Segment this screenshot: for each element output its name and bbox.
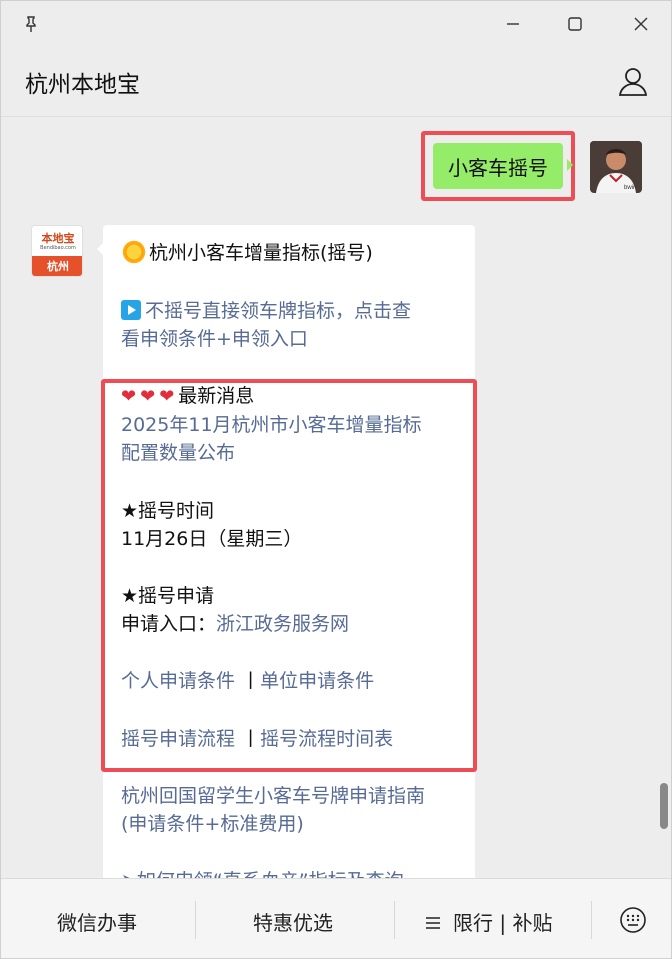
sent-message[interactable]: 小客车摇号 <box>433 143 573 189</box>
profile-icon[interactable] <box>615 63 651 99</box>
pin-icon[interactable] <box>13 7 49 41</box>
received-message: 杭州小客车增量指标(摇号) 不摇号直接领车牌指标，点击查 看申领条件+申领入口 … <box>97 225 475 878</box>
keyboard-icon[interactable] <box>618 905 648 935</box>
draw-time-label: ★摇号时间 <box>121 500 215 522</box>
logo: 本地宝 Bendibao.com <box>32 226 82 258</box>
schedule-link[interactable]: 摇号流程时间表 <box>260 728 393 750</box>
heart-icon: ❤ <box>140 386 156 407</box>
draw-time-value: 11月26日（星期三） <box>121 528 303 550</box>
scroll-thumb[interactable] <box>660 783 668 829</box>
chat-area[interactable]: 小客车摇号 bwin 本地宝 Bendibao.com 杭州 杭州小客车增量指标… <box>1 118 671 878</box>
returnee-guide-link-cont[interactable]: (申请条件+标准费用) <box>121 810 304 838</box>
heart-icon: ❤ <box>159 386 175 407</box>
personal-condition-link[interactable]: 个人申请条件 <box>121 670 235 692</box>
heart-icon: ❤ <box>121 386 137 407</box>
title-bar <box>1 1 671 47</box>
play-icon <box>121 300 141 320</box>
relative-plate-link[interactable]: ➤如何申领“直系血亲”指标及查询 <box>121 867 404 878</box>
direct-plate-link[interactable]: 不摇号直接领车牌指标，点击查 <box>121 297 411 325</box>
svg-text:bwin: bwin <box>624 185 636 191</box>
news-link[interactable]: 2025年11月杭州市小客车增量指标 <box>121 411 422 439</box>
process-links: 摇号申请流程 丨摇号流程时间表 <box>121 728 394 750</box>
news-link-cont[interactable]: 配置数量公布 <box>121 439 235 467</box>
sun-icon <box>121 239 147 265</box>
menu-list-icon <box>425 911 441 935</box>
company-condition-link[interactable]: 单位申请条件 <box>260 670 374 692</box>
apply-entry-link[interactable]: 浙江政务服务网 <box>216 613 349 635</box>
message-header: 杭州小客车增量指标(摇号) <box>121 239 373 267</box>
maximize-button[interactable] <box>557 7 593 41</box>
close-button[interactable] <box>623 7 659 41</box>
sent-highlight: 小客车摇号 <box>421 131 575 201</box>
returnee-guide-link[interactable]: 杭州回国留学生小客车号牌申请指南 <box>121 782 425 810</box>
chat-header: 杭州本地宝 <box>1 47 671 117</box>
direct-plate-link-cont[interactable]: 看申领条件+申领入口 <box>121 325 308 353</box>
latest-news-label: ❤ ❤ ❤ 最新消息 <box>121 385 255 407</box>
menu-special-offers[interactable]: 特惠优选 <box>253 907 333 936</box>
menu-wechat-service[interactable]: 微信办事 <box>57 907 137 936</box>
sent-message-text: 小客车摇号 <box>448 155 548 180</box>
scrollbar[interactable] <box>657 118 671 878</box>
menu-divider <box>591 901 592 939</box>
menu-divider <box>195 901 196 939</box>
official-account-avatar[interactable]: 本地宝 Bendibao.com 杭州 <box>31 225 83 277</box>
user-avatar[interactable]: bwin <box>590 141 642 193</box>
chat-window: 杭州本地宝 小客车摇号 bwin 本地宝 Bendibao.com 杭州 杭州小… <box>0 0 672 959</box>
condition-links: 个人申请条件 丨单位申请条件 <box>121 670 375 692</box>
minimize-button[interactable] <box>495 7 531 41</box>
apply-entry: 申请入口：浙江政务服务网 <box>121 613 350 635</box>
menu-restriction[interactable]: 限行 | 补贴 <box>425 907 552 936</box>
apply-label: ★摇号申请 <box>121 585 215 607</box>
process-link[interactable]: 摇号申请流程 <box>121 728 235 750</box>
chat-title: 杭州本地宝 <box>25 72 140 98</box>
bottom-menu: 微信办事 特惠优选 限行 | 补贴 <box>1 878 671 958</box>
menu-divider <box>394 901 395 939</box>
